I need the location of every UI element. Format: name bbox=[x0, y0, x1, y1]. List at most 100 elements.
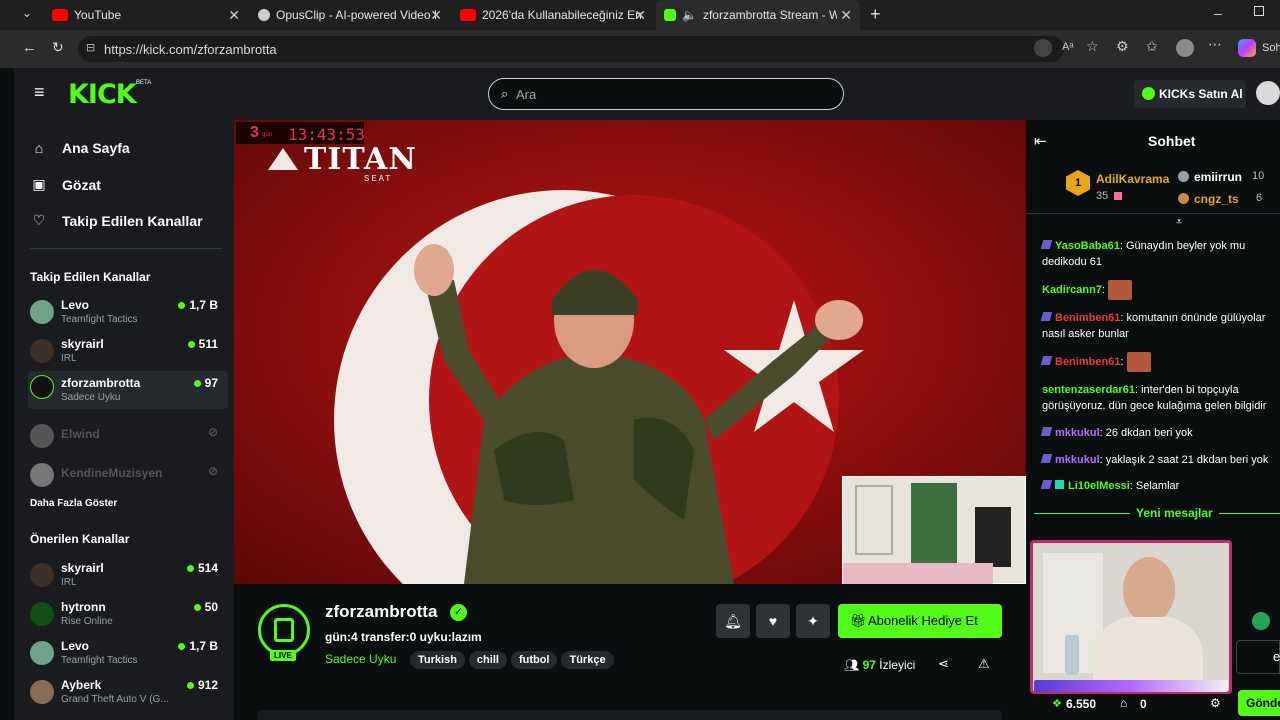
tab-label: zforzambrotta Stream - Watch bbox=[702, 8, 837, 22]
favorites-icon[interactable]: ✩ bbox=[1146, 38, 1158, 55]
tag[interactable]: chill bbox=[468, 651, 507, 669]
chat-emoji-icon[interactable] bbox=[1252, 612, 1270, 630]
chat-text: 26 dkdan beri yok bbox=[1105, 427, 1193, 439]
reload-icon[interactable]: ↻ bbox=[52, 39, 64, 56]
recommended-channel[interactable]: skyrairl IRL 514 bbox=[28, 559, 228, 595]
minimize-icon[interactable]: – bbox=[1214, 5, 1222, 21]
site-info-icon[interactable]: ⊟ bbox=[86, 41, 95, 54]
followed-channel[interactable]: skyrairl IRL 511 bbox=[28, 335, 228, 371]
stream-timer-overlay: 3 gün 13:43:53 bbox=[236, 122, 365, 144]
url-input[interactable]: ⊟ https://kick.com/zforzambrotta bbox=[78, 36, 1064, 62]
emote-icon bbox=[1126, 352, 1151, 372]
channel-logo-icon bbox=[274, 618, 294, 642]
sparkle-button[interactable]: ✦ bbox=[796, 604, 830, 638]
emote-picker-icon[interactable]: e bbox=[1273, 649, 1280, 664]
maximize-icon[interactable] bbox=[1254, 6, 1264, 16]
chat-username[interactable]: Benimben61 bbox=[1055, 356, 1120, 368]
hamburger-menu-icon[interactable]: ≡ bbox=[34, 82, 45, 103]
followed-channel-offline[interactable]: Elwind ⊘ bbox=[28, 420, 228, 456]
search-bar[interactable]: ⌕ Ara bbox=[488, 78, 844, 110]
stream-category[interactable]: Sadece Uyku bbox=[325, 652, 396, 666]
favorite-star-icon[interactable]: ☆ bbox=[1086, 38, 1099, 55]
report-warning-icon[interactable]: ⚠︎ bbox=[978, 656, 990, 672]
top-gifter-name[interactable]: AdilKavrama bbox=[1096, 172, 1169, 186]
kick-logo[interactable]: KICK BETA bbox=[68, 79, 151, 110]
recommended-channel[interactable]: hytronn Rise Online 50 bbox=[28, 598, 228, 634]
chat-username[interactable]: sentenzaserdar61 bbox=[1042, 384, 1135, 396]
chat-settings-icon[interactable]: ⚙ bbox=[1210, 696, 1221, 710]
chat-username[interactable]: mkkukul bbox=[1055, 454, 1100, 466]
search-input[interactable]: Ara bbox=[516, 87, 536, 102]
chat-username[interactable]: Li10elMessi bbox=[1068, 480, 1130, 492]
tab-list-chevron-icon[interactable]: ⌄ bbox=[22, 6, 32, 20]
tab-label: YouTube bbox=[74, 8, 122, 22]
chat-username[interactable]: YasoBaba61 bbox=[1055, 240, 1120, 252]
chat-username[interactable]: Kadircann7 bbox=[1042, 284, 1102, 296]
third-gifter-name[interactable]: cngz_ts bbox=[1194, 192, 1239, 206]
copilot-icon[interactable] bbox=[1238, 39, 1256, 57]
recommended-channel[interactable]: Levo Teamfight Tactics 1,7 B bbox=[28, 637, 228, 673]
browser-tab[interactable]: OpusClip - AI-powered Video Rep ✕ bbox=[250, 0, 450, 30]
followed-channel-selected[interactable]: zforzambrotta Sadece Uyku 97 bbox=[28, 371, 228, 409]
sidebar-item-following[interactable]: ♡ Takip Edilen Kanallar bbox=[30, 212, 203, 229]
send-button[interactable]: Gönde bbox=[1238, 690, 1280, 716]
collapse-chat-icon[interactable]: ⇤ bbox=[1034, 132, 1047, 150]
channel-name[interactable]: zforzambrotta bbox=[325, 602, 437, 622]
more-menu-icon[interactable]: ⋯ bbox=[1208, 36, 1222, 53]
room-green-wall bbox=[911, 483, 957, 563]
avatar bbox=[30, 641, 54, 665]
recommended-channel[interactable]: Ayberk Grand Theft Auto V (G... 912 bbox=[28, 676, 228, 712]
extensions-icon[interactable]: ⚙ bbox=[1116, 38, 1129, 55]
streamer-facecam bbox=[1030, 540, 1232, 694]
buy-kicks-button[interactable]: KICKs Satın Al bbox=[1134, 80, 1246, 108]
chat-input-edge[interactable]: e bbox=[1236, 640, 1280, 674]
second-gifter-name[interactable]: emiirrun bbox=[1194, 170, 1242, 184]
sidebar-item-label: Gözat bbox=[62, 176, 101, 193]
chat-username[interactable]: Benimben61 bbox=[1055, 312, 1120, 324]
facecam-bottom-bar bbox=[1034, 680, 1228, 692]
close-icon[interactable]: ✕ bbox=[840, 7, 852, 24]
user-avatar[interactable] bbox=[1256, 81, 1280, 105]
channel-category: Rise Online bbox=[61, 616, 113, 627]
tag[interactable]: Turkish bbox=[410, 651, 465, 669]
share-icon[interactable]: ⋖ bbox=[938, 656, 949, 672]
notification-bell-button[interactable]: 🔔︎ bbox=[716, 604, 750, 638]
follow-heart-button[interactable]: ♥ bbox=[756, 604, 790, 638]
gift-icon[interactable]: ⌂ bbox=[1120, 696, 1127, 710]
browser-tab[interactable]: 2026'da Kullanabileceğiniz En İyi ( ✕ bbox=[452, 0, 654, 30]
video-player[interactable]: 3 gün 13:43:53 TITAN SEAT bbox=[234, 120, 1026, 584]
chat-username[interactable]: mkkukul bbox=[1055, 427, 1100, 439]
pinned-expand-icon[interactable]: ⩡ bbox=[1176, 216, 1182, 229]
channel-name: hytronn bbox=[61, 600, 106, 614]
search-icon: ⌕ bbox=[501, 86, 509, 101]
avatar bbox=[30, 602, 54, 626]
copilot-label: Soh bbox=[1262, 42, 1280, 54]
channel-avatar[interactable] bbox=[258, 604, 310, 656]
tag[interactable]: futbol bbox=[510, 651, 558, 669]
sidebar-item-browse[interactable]: ▣ Gözat bbox=[30, 176, 101, 193]
tag[interactable]: Türkçe bbox=[561, 651, 614, 669]
viewer-stat: 👥︎ 97 İzleyici bbox=[844, 658, 915, 672]
verified-badge-icon: ✓ bbox=[450, 604, 467, 621]
profile-avatar[interactable] bbox=[1176, 39, 1194, 57]
read-aloud-icon[interactable]: Aᵃ bbox=[1062, 41, 1073, 53]
channel-name: skyrairl bbox=[61, 337, 104, 351]
close-icon[interactable]: ✕ bbox=[430, 7, 442, 24]
followed-channel[interactable]: Levo Teamfight Tactics 1,7 B bbox=[28, 296, 228, 332]
kick-icon bbox=[664, 9, 676, 21]
browser-tab[interactable]: YouTube ✕ bbox=[44, 0, 248, 30]
close-icon[interactable]: ✕ bbox=[634, 7, 646, 24]
new-tab-button[interactable]: + bbox=[870, 4, 881, 25]
show-more-link[interactable]: Daha Fazla Göster bbox=[30, 498, 117, 509]
live-dot-icon bbox=[187, 341, 195, 348]
browser-tab-active[interactable]: 🔈 zforzambrotta Stream - Watch ✕ bbox=[656, 0, 860, 30]
back-arrow-icon[interactable]: ← bbox=[22, 39, 37, 56]
close-icon[interactable]: ✕ bbox=[228, 7, 240, 24]
gift-subscription-button[interactable]: 🎁︎ Abonelik Hediye Et bbox=[838, 604, 1002, 638]
speaker-icon[interactable]: 🔈 bbox=[682, 8, 697, 22]
followed-channel-offline[interactable]: KendineMuzisyen ⊘ bbox=[28, 459, 228, 495]
tracking-prevention-icon[interactable] bbox=[1034, 39, 1052, 57]
viewer-count: 97 bbox=[193, 376, 218, 390]
room-chair bbox=[975, 507, 1011, 567]
sidebar-item-home[interactable]: ⌂ Ana Sayfa bbox=[30, 140, 130, 156]
